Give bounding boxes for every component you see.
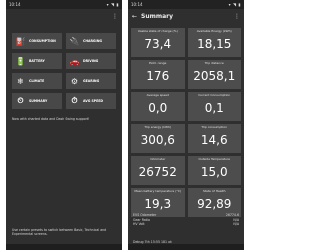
- menu-tile-label: DRIVING: [83, 59, 99, 63]
- kpi-value: 2058,1: [193, 69, 236, 83]
- kpi-card[interactable]: Trip consumption 14,6: [187, 124, 241, 153]
- kpi-card[interactable]: Usable state of charge (%) 73,4: [131, 28, 185, 57]
- kpi-card[interactable]: Odometer 26752: [131, 156, 185, 185]
- driving-icon: 🚗: [69, 56, 80, 66]
- kpi-label: Available Energy (kWh): [196, 29, 232, 33]
- system-nav-bar: [6, 244, 122, 250]
- system-nav-bar: [128, 244, 244, 250]
- kpi-label: Outside Temperature: [198, 157, 231, 161]
- menu-tile-charging[interactable]: 🔌 CHARGING: [66, 33, 116, 49]
- status-bar: 10:14 ▾ ◥ ▮: [6, 0, 122, 9]
- kpi-label: Trip distance: [204, 61, 224, 65]
- menu-tile-label: GEARING: [83, 79, 100, 83]
- detail-table: EVS Odometer 26774.6 Gear Ratio N/A HV Volt N…: [133, 213, 239, 227]
- kpi-value: 19,3: [144, 197, 172, 211]
- page-title: Summary: [141, 12, 174, 20]
- menu-tile-label: BATTERY: [29, 59, 45, 63]
- feature-note: Now with charted data and Dash Swing sup…: [12, 117, 90, 121]
- menu-tile-avg-speed[interactable]: ⏱ AVG SPEED: [66, 93, 116, 109]
- kpi-card[interactable]: Available Energy (kWh) 18,15: [187, 28, 241, 57]
- kpi-value: 176: [146, 69, 170, 83]
- kpi-value: 0,0: [148, 101, 168, 115]
- menu-tile-climate[interactable]: ❄ CLIMATE: [12, 73, 62, 89]
- summary-screen: 10:14 ▾ ◥ ▮ ← Summary ⋮ Usable state of …: [128, 0, 244, 250]
- climate-icon: ❄: [17, 76, 24, 86]
- main-menu-screen: 10:14 ▾ ◥ ▮ ⋮ ⛽ CONSUMPTION 🔌 CHARGING 🔋 BATT…: [6, 0, 122, 250]
- kpi-label: Trip energy (kWh): [144, 125, 172, 129]
- kpi-value: 0,1: [204, 101, 224, 115]
- overflow-menu-icon[interactable]: ⋮: [112, 13, 118, 20]
- menu-tile-summary[interactable]: ⏲ SUMMARY: [12, 93, 62, 109]
- kpi-value: 26752: [138, 165, 177, 179]
- menu-tile-consumption[interactable]: ⛽ CONSUMPTION: [12, 33, 62, 49]
- kpi-label: Current Consumption: [198, 93, 231, 97]
- consumption-icon: ⛽: [15, 36, 26, 46]
- kpi-label: State of Health: [202, 189, 226, 193]
- kpi-value: 18,15: [197, 37, 232, 51]
- overflow-menu-icon[interactable]: ⋮: [234, 13, 240, 20]
- battery-icon: 🔋: [15, 56, 26, 66]
- kpi-card[interactable]: Outside Temperature 15,0: [187, 156, 241, 185]
- menu-tile-gearing[interactable]: ⚙ GEARING: [66, 73, 116, 89]
- kpi-value: 92,89: [197, 197, 232, 211]
- detail-label: HV Volt: [133, 222, 145, 226]
- kpi-card[interactable]: Average speed 0,0: [131, 92, 185, 121]
- status-icons: ▾ ◥ ▮: [106, 2, 119, 7]
- menu-tile-label: CHARGING: [83, 39, 103, 43]
- menu-tile-label: AVG SPEED: [83, 99, 104, 103]
- kpi-label: Usable state of charge (%): [137, 29, 178, 33]
- kpi-label: Mean battery temperature (°C): [134, 189, 182, 193]
- app-bar: ← Summary ⋮: [128, 9, 244, 23]
- app-bar: ⋮: [6, 9, 122, 23]
- detail-value: N/A: [233, 222, 239, 226]
- menu-grid: ⛽ CONSUMPTION 🔌 CHARGING 🔋 BATTERY 🚗 DRIVING ❄ CL…: [12, 33, 116, 109]
- charging-icon: 🔌: [69, 36, 80, 46]
- kpi-grid: Usable state of charge (%) 73,4 Available …: [131, 28, 241, 217]
- kpi-card[interactable]: Current Consumption 0,1: [187, 92, 241, 121]
- menu-tile-label: SUMMARY: [29, 99, 48, 103]
- kpi-value: 300,6: [140, 133, 175, 147]
- detail-row: HV Volt N/A: [133, 222, 239, 227]
- status-icons: ▾ ◥ ▮: [228, 2, 241, 7]
- kpi-value: 15,0: [200, 165, 228, 179]
- status-time: 10:14: [9, 2, 21, 7]
- kpi-label: Trip consumption: [201, 125, 228, 129]
- menu-tile-label: CONSUMPTION: [29, 39, 56, 43]
- status-time: 10:14: [131, 2, 143, 7]
- status-bar: 10:14 ▾ ◥ ▮: [128, 0, 244, 9]
- kpi-card[interactable]: Estd. range 176: [131, 60, 185, 89]
- kpi-label: Estd. range: [149, 61, 167, 65]
- kpi-card[interactable]: Trip energy (kWh) 300,6: [131, 124, 185, 153]
- kpi-value: 73,4: [144, 37, 172, 51]
- menu-tile-battery[interactable]: 🔋 BATTERY: [12, 53, 62, 69]
- kpi-label: Average speed: [146, 93, 169, 97]
- gearing-icon: ⚙: [70, 76, 79, 86]
- summary-icon: ⏲: [17, 96, 24, 105]
- avg-speed-icon: ⏱: [71, 96, 78, 105]
- menu-tile-driving[interactable]: 🚗 DRIVING: [66, 53, 116, 69]
- menu-tile-label: CLIMATE: [29, 79, 45, 83]
- preset-note: Use certain presets to switch between Ba…: [12, 228, 107, 236]
- kpi-label: Odometer: [150, 157, 166, 161]
- back-arrow-icon[interactable]: ←: [132, 13, 137, 20]
- kpi-card[interactable]: Trip distance 2058,1: [187, 60, 241, 89]
- kpi-value: 14,6: [200, 133, 228, 147]
